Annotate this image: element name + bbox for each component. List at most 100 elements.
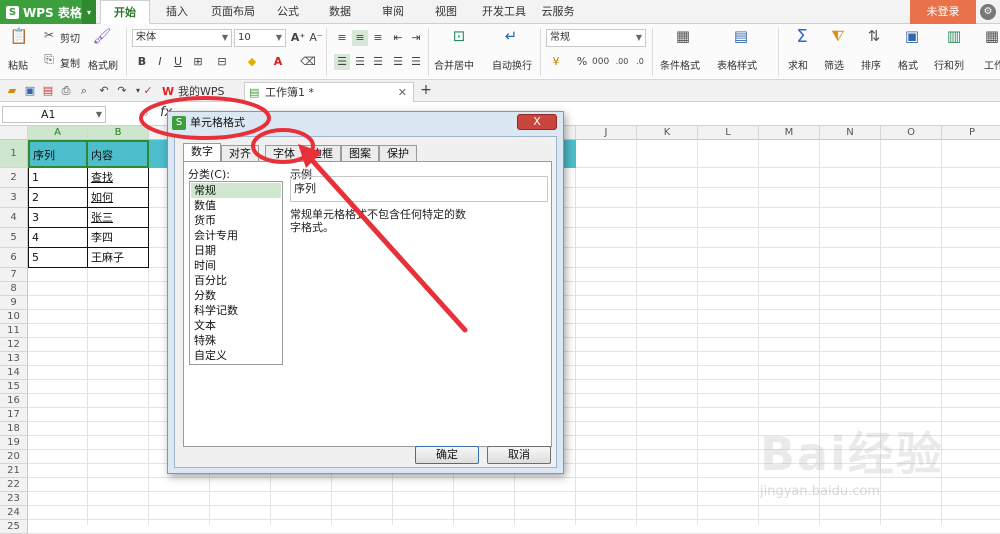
indent-increase-icon[interactable]: ⇥ <box>408 30 424 46</box>
rows-cols-icon[interactable]: ▥ <box>944 27 964 45</box>
row-header[interactable]: 4 <box>0 208 28 228</box>
increase-decimal-icon[interactable]: .00 <box>614 54 630 70</box>
table-style-button[interactable]: 表格样式 <box>717 57 757 72</box>
category-item[interactable]: 时间 <box>191 258 281 273</box>
category-item[interactable]: 科学记数 <box>191 303 281 318</box>
merge-center-button[interactable]: 合并居中 <box>434 57 474 72</box>
undo-icon[interactable]: ↶ <box>96 83 112 99</box>
paste-icon[interactable]: 📋 <box>8 27 30 45</box>
format-button[interactable]: 格式 <box>898 57 918 72</box>
settings-icon[interactable]: ⚙ <box>980 4 996 20</box>
column-header[interactable]: J <box>576 126 637 140</box>
merge-center-icon[interactable]: ⊡ <box>448 27 470 45</box>
align-right-icon[interactable]: ☰ <box>370 54 386 70</box>
row-header[interactable]: 7 <box>0 268 28 282</box>
tab-protection[interactable]: 保护 <box>379 145 417 161</box>
tab-developer[interactable]: 开发工具 <box>476 0 532 24</box>
table-cell[interactable]: 查找 <box>88 168 149 188</box>
redo-icon[interactable]: ↷ <box>114 83 130 99</box>
row-header[interactable]: 23 <box>0 492 28 506</box>
merge-cells-icon[interactable]: ⊟ <box>214 54 230 70</box>
tab-formula[interactable]: 公式 <box>266 0 310 24</box>
table-cell[interactable]: 如何 <box>88 188 149 208</box>
row-header[interactable]: 1 <box>0 140 28 168</box>
column-header[interactable]: O <box>881 126 942 140</box>
tab-view[interactable]: 视图 <box>424 0 468 24</box>
row-header[interactable]: 15 <box>0 380 28 394</box>
open-folder-icon[interactable]: ▰ <box>4 83 20 99</box>
dialog-title-bar[interactable]: S 单元格格式 <box>168 112 563 134</box>
table-cell[interactable]: 1 <box>28 168 88 188</box>
category-item[interactable]: 货币 <box>191 213 281 228</box>
sum-icon[interactable]: Σ <box>792 26 812 47</box>
table-cell[interactable]: 李四 <box>88 228 149 248</box>
font-size-select[interactable]: 10 ▼ <box>234 29 286 47</box>
category-item[interactable]: 特殊 <box>191 333 281 348</box>
category-item[interactable]: 会计专用 <box>191 228 281 243</box>
pin-icon[interactable]: ✓ <box>140 83 156 99</box>
align-left-icon[interactable]: ☰ <box>334 54 350 70</box>
wrap-text-icon[interactable]: ↵ <box>500 27 522 45</box>
percent-button[interactable]: % <box>574 54 590 70</box>
tab-font[interactable]: 字体 <box>265 145 303 161</box>
select-all-corner[interactable] <box>0 126 28 140</box>
filter-icon[interactable]: ⧨ <box>828 27 848 45</box>
indent-decrease-icon[interactable]: ⇤ <box>390 30 406 46</box>
table-style-icon[interactable]: ▤ <box>730 27 752 45</box>
tab-number[interactable]: 数字 <box>183 143 221 162</box>
italic-button[interactable]: I <box>152 54 168 70</box>
close-button[interactable]: X <box>517 114 557 130</box>
tab-cloud[interactable]: 云服务 <box>536 0 580 24</box>
app-menu-button[interactable]: S WPS 表格 ▾ <box>0 0 96 24</box>
column-header[interactable]: P <box>942 126 1000 140</box>
category-item[interactable]: 常规 <box>191 183 281 198</box>
name-box[interactable]: A1 ▼ <box>2 106 106 123</box>
chevron-down-icon[interactable]: ▾ <box>82 0 96 24</box>
tab-alignment[interactable]: 对齐 <box>221 145 259 161</box>
export-pdf-icon[interactable]: ▤ <box>40 83 56 99</box>
align-bottom-icon[interactable]: ≡ <box>370 30 386 46</box>
category-list[interactable]: 常规 数值 货币 会计专用 日期 时间 百分比 分数 科学记数 文本 特殊 自定义 <box>189 181 283 365</box>
tab-data[interactable]: 数据 <box>318 0 362 24</box>
row-header[interactable]: 12 <box>0 338 28 352</box>
row-header[interactable]: 10 <box>0 310 28 324</box>
format-painter-icon[interactable]: 🖌 <box>92 27 112 45</box>
row-header[interactable]: 25 <box>0 520 28 534</box>
row-header[interactable]: 5 <box>0 228 28 248</box>
align-middle-icon[interactable]: ≡ <box>352 30 368 46</box>
tab-my-wps[interactable]: W 我的WPS <box>158 82 240 102</box>
scissors-icon[interactable]: ✂ <box>42 28 56 42</box>
number-format-select[interactable]: 常规 ▼ <box>546 29 646 47</box>
font-color-icon[interactable]: A <box>270 54 286 70</box>
sort-button[interactable]: 排序 <box>861 57 881 72</box>
login-button[interactable]: 未登录 <box>910 0 976 24</box>
underline-button[interactable]: U <box>170 54 186 70</box>
table-cell[interactable]: 王麻子 <box>88 248 149 268</box>
worksheet-icon[interactable]: ▦ <box>984 27 1000 45</box>
distribute-icon[interactable]: ☰ <box>408 54 424 70</box>
table-cell[interactable]: 2 <box>28 188 88 208</box>
category-item[interactable]: 自定义 <box>191 348 281 363</box>
category-item[interactable]: 日期 <box>191 243 281 258</box>
conditional-format-button[interactable]: 条件格式 <box>660 57 700 72</box>
cell-b1[interactable]: 内容 <box>88 140 149 168</box>
table-cell[interactable]: 4 <box>28 228 88 248</box>
currency-icon[interactable]: ¥ <box>548 54 564 70</box>
category-item[interactable]: 文本 <box>191 318 281 333</box>
paste-label[interactable]: 粘贴 <box>8 57 28 72</box>
column-header[interactable]: K <box>637 126 698 140</box>
column-header[interactable]: N <box>820 126 881 140</box>
justify-icon[interactable]: ☰ <box>390 54 406 70</box>
row-header[interactable]: 21 <box>0 464 28 478</box>
save-icon[interactable]: ▣ <box>22 83 38 99</box>
zoom-icon[interactable]: ⌕ <box>142 106 149 121</box>
table-cell[interactable]: 3 <box>28 208 88 228</box>
category-item[interactable]: 百分比 <box>191 273 281 288</box>
decrease-font-icon[interactable]: A⁻ <box>308 30 324 46</box>
new-tab-icon[interactable]: + <box>418 82 434 98</box>
cut-button[interactable]: 剪切 <box>60 30 80 45</box>
tab-insert[interactable]: 插入 <box>155 0 199 24</box>
print-preview-icon[interactable]: ⌕ <box>76 83 92 99</box>
row-header[interactable]: 24 <box>0 506 28 520</box>
copy-icon[interactable]: ⎘ <box>42 52 56 67</box>
